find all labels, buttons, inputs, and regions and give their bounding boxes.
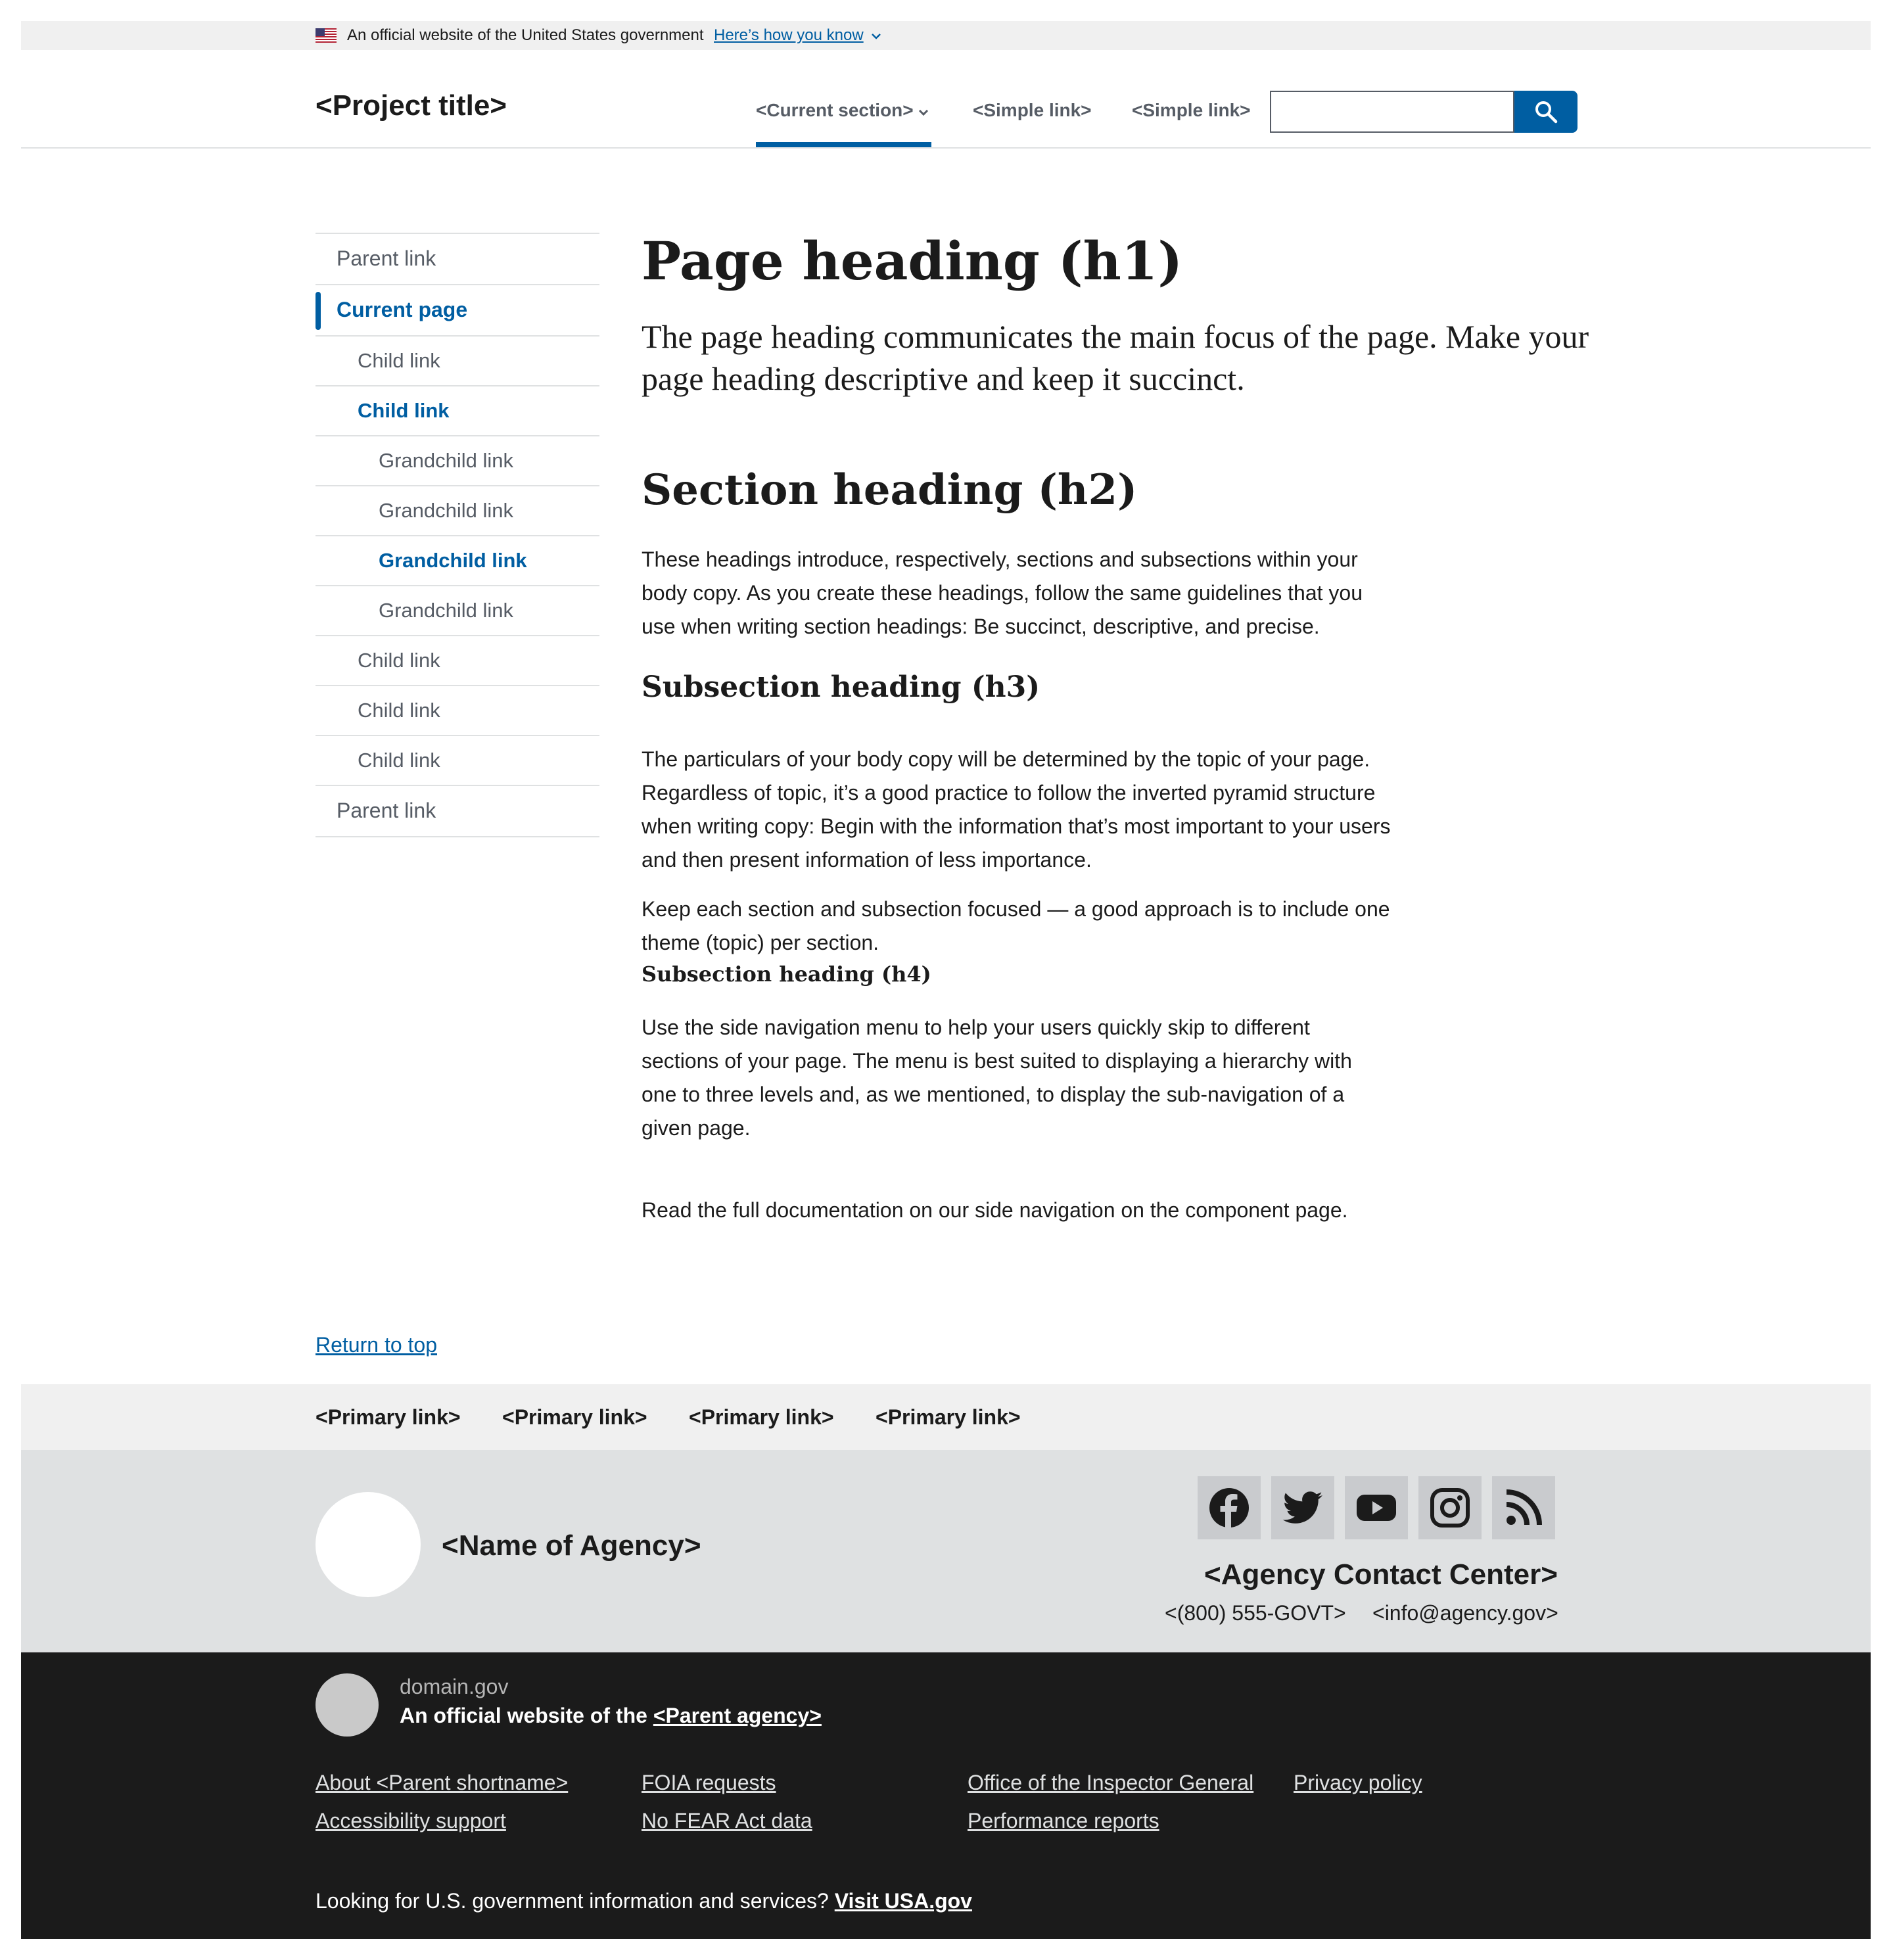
body-paragraph: Keep each section and subsection focused… — [642, 897, 1390, 954]
agency-name: <Name of Agency> — [442, 1529, 701, 1562]
rss-link[interactable] — [1492, 1476, 1555, 1539]
subsection-heading-h3: Subsection heading (h3) — [642, 670, 1040, 704]
twitter-icon — [1282, 1491, 1322, 1524]
sidenav-item-label: Current page — [337, 298, 468, 321]
identifier-link[interactable]: Privacy policy — [1294, 1769, 1422, 1796]
nav-simple-link[interactable]: <Simple link> — [1132, 99, 1251, 122]
sidenav-child-link[interactable]: Child link — [316, 736, 599, 786]
body-paragraph: Use the side navigation menu to help you… — [642, 1015, 1352, 1140]
search-button[interactable] — [1514, 91, 1578, 133]
agency-logo — [316, 1492, 421, 1597]
chevron-down-icon[interactable] — [869, 29, 883, 43]
sidenav-item-label: Child link — [358, 749, 440, 772]
chevron-down-icon[interactable] — [916, 105, 931, 120]
section-heading: Section heading (h2) — [642, 465, 1138, 515]
footer-secondary: <Name of Agency> <Agency Contact Center>… — [21, 1450, 1871, 1652]
sidenav-item-label: Grandchild link — [379, 449, 514, 472]
side-navigation: Parent link Current page Child link Chil… — [316, 233, 599, 837]
current-page-indicator — [316, 292, 321, 330]
identifier-link[interactable]: FOIA requests — [642, 1769, 776, 1796]
sidenav-item-label: Grandchild link — [379, 499, 514, 522]
sidenav-current-page[interactable]: Current page — [316, 285, 599, 337]
facebook-link[interactable] — [1198, 1476, 1261, 1539]
identifier-link[interactable]: Accessibility support — [316, 1808, 506, 1834]
identifier-link[interactable]: Performance reports — [968, 1808, 1159, 1834]
sidenav-item-label: Child link — [358, 649, 440, 672]
rss-icon — [1506, 1489, 1542, 1526]
footer-primary-link[interactable]: <Primary link> — [316, 1404, 461, 1430]
site-header: <Project title> <Current section> <Simpl… — [21, 50, 1871, 149]
contact-center-heading: <Agency Contact Center> — [1204, 1558, 1558, 1591]
official-parent-text: An official website of the <Parent agenc… — [400, 1702, 822, 1729]
usa-gov-prefix: Looking for U.S. government information … — [316, 1889, 835, 1913]
search-input[interactable] — [1270, 91, 1514, 133]
gov-banner: An official website of the United States… — [21, 21, 1871, 50]
sidenav-item-label: Grandchild link — [379, 549, 527, 572]
sidenav-parent-link[interactable]: Parent link — [316, 234, 599, 285]
how-you-know-link[interactable]: Here’s how you know — [714, 26, 864, 45]
sidenav-parent-link[interactable]: Parent link — [316, 786, 599, 837]
page-heading: Page heading (h1) — [642, 230, 1183, 292]
identifier-link[interactable]: Office of the Inspector General — [968, 1769, 1253, 1796]
sidenav-item-label: Parent link — [337, 799, 436, 822]
footer-primary-link[interactable]: <Primary link> — [502, 1404, 647, 1430]
sidenav-child-link[interactable]: Child link — [316, 337, 599, 386]
sidenav-child-link-active[interactable]: Child link — [316, 386, 599, 436]
sidenav-child-link[interactable]: Child link — [316, 686, 599, 736]
us-flag-icon — [316, 28, 337, 43]
footer-primary-nav: <Primary link> <Primary link> <Primary l… — [21, 1384, 1871, 1450]
sidenav-child-link[interactable]: Child link — [316, 636, 599, 686]
parent-agency-logo — [316, 1673, 379, 1737]
sidenav-item-label: Parent link — [337, 246, 436, 270]
body-paragraph: Read the full documentation on our side … — [642, 1198, 1348, 1222]
nav-current-section[interactable]: <Current section> — [756, 99, 914, 122]
instagram-link[interactable] — [1418, 1476, 1482, 1539]
footer-primary-link[interactable]: <Primary link> — [689, 1404, 834, 1430]
sidenav-item-label: Child link — [358, 349, 440, 372]
search-icon — [1535, 101, 1558, 124]
official-website-text: An official website of the United States… — [347, 26, 704, 44]
body-paragraph: These headings introduce, respectively, … — [642, 548, 1363, 638]
nav-simple-link[interactable]: <Simple link> — [973, 99, 1092, 122]
project-title[interactable]: <Project title> — [316, 89, 507, 122]
identifier-link[interactable]: No FEAR Act data — [642, 1808, 812, 1834]
parent-agency-link[interactable]: <Parent agency> — [653, 1704, 822, 1727]
identifier: domain.gov An official website of the <P… — [21, 1652, 1871, 1939]
subsection-heading-h4: Subsection heading (h4) — [642, 962, 931, 987]
facebook-icon — [1209, 1488, 1249, 1528]
footer-primary-link[interactable]: <Primary link> — [876, 1404, 1021, 1430]
visit-usa-gov-link[interactable]: Visit USA.gov — [835, 1889, 972, 1913]
sidenav-grandchild-link-active[interactable]: Grandchild link — [316, 536, 599, 586]
official-prefix: An official website of the — [400, 1704, 653, 1727]
sidenav-item-label: Grandchild link — [379, 599, 514, 622]
instagram-icon — [1430, 1488, 1470, 1528]
sidenav-grandchild-link[interactable]: Grandchild link — [316, 436, 599, 486]
youtube-link[interactable] — [1345, 1476, 1408, 1539]
body-paragraph: The particulars of your body copy will b… — [642, 747, 1391, 872]
sidenav-grandchild-link[interactable]: Grandchild link — [316, 486, 599, 536]
contact-email-link[interactable]: <info@agency.gov> — [1372, 1600, 1558, 1626]
contact-phone-link[interactable]: <(800) 555-GOVT> — [1165, 1600, 1346, 1626]
youtube-icon — [1357, 1495, 1396, 1521]
domain-text: domain.gov — [400, 1675, 509, 1698]
page: An official website of the United States… — [21, 21, 1871, 1939]
usa-gov-text: Looking for U.S. government information … — [316, 1888, 972, 1914]
current-section-indicator — [756, 142, 931, 147]
twitter-link[interactable] — [1271, 1476, 1334, 1539]
return-to-top-link[interactable]: Return to top — [316, 1332, 437, 1358]
sidenav-item-label: Child link — [358, 699, 440, 722]
sidenav-item-label: Child link — [358, 399, 450, 422]
sidenav-grandchild-link[interactable]: Grandchild link — [316, 586, 599, 636]
lead-paragraph: The page heading communicates the main f… — [642, 318, 1589, 397]
identifier-link[interactable]: About <Parent shortname> — [316, 1769, 568, 1796]
